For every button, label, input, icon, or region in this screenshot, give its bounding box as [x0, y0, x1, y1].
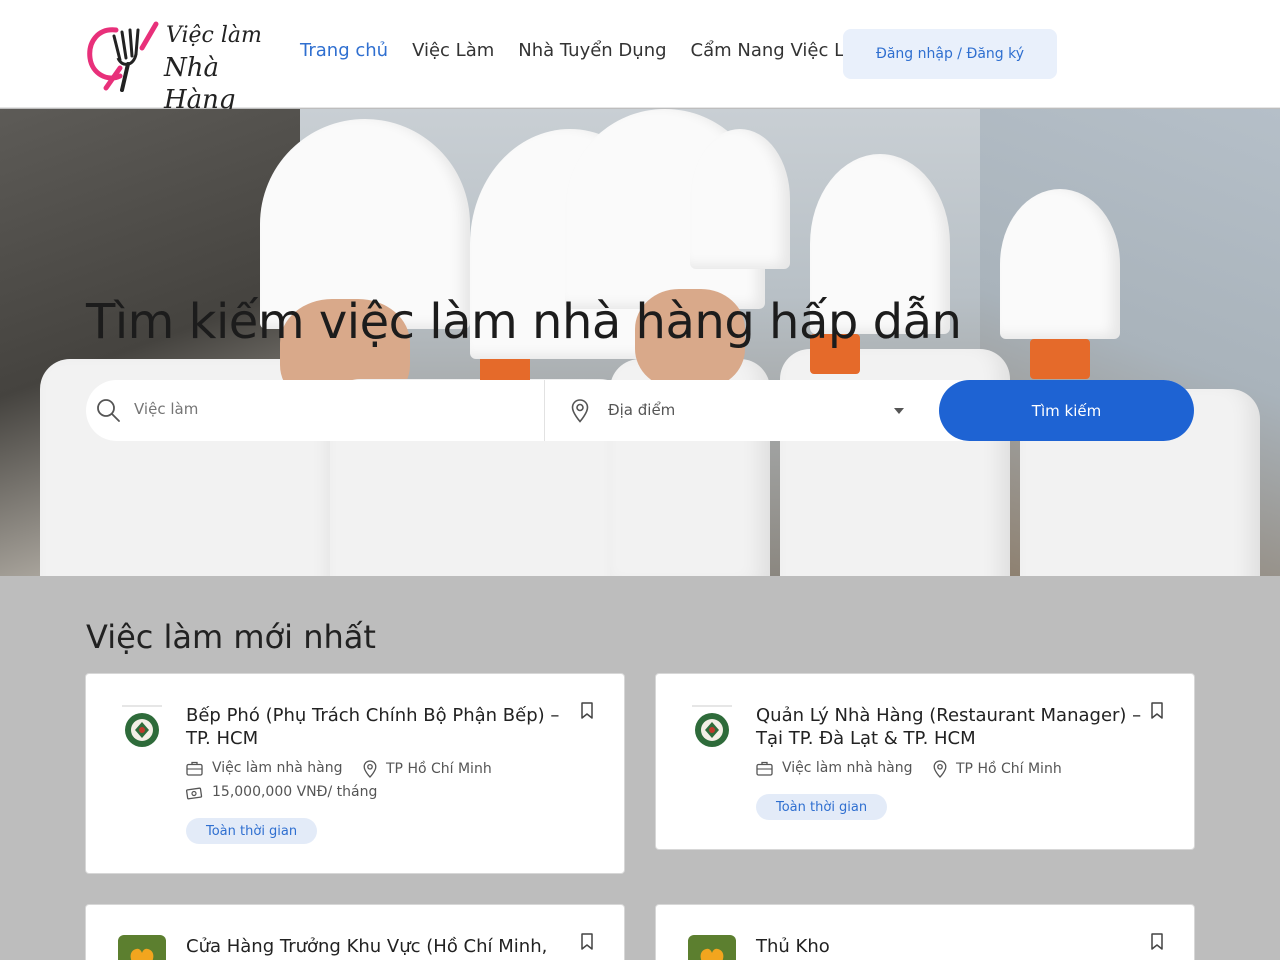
- search-icon: [97, 399, 120, 422]
- map-pin-icon: [363, 760, 377, 778]
- bookmark-icon[interactable]: [1150, 933, 1164, 951]
- job-title[interactable]: Thủ Kho: [756, 935, 1146, 958]
- logo-line-2: Nhà Hàng: [164, 53, 236, 115]
- job-salary: 15,000,000 VNĐ/ tháng: [186, 784, 377, 800]
- job-category-text: Việc làm nhà hàng: [782, 760, 913, 776]
- job-category: Việc làm nhà hàng: [186, 760, 342, 776]
- chef-hat-illustration: [1000, 189, 1120, 339]
- logo-wordmark: Việc làm Nhà Hàng: [164, 20, 266, 116]
- job-category: Việc làm nhà hàng: [756, 760, 912, 776]
- briefcase-icon: [756, 761, 773, 776]
- job-category-text: Việc làm nhà hàng: [212, 760, 343, 776]
- job-location: TP Hồ Chí Minh: [363, 760, 492, 778]
- site-logo[interactable]: Việc làm Nhà Hàng: [86, 16, 266, 115]
- job-card[interactable]: Cửa Hàng Trưởng Khu Vực (Hồ Chí Minh, Bì…: [85, 904, 625, 960]
- search-button[interactable]: Tìm kiếm: [939, 380, 1194, 441]
- site-header: Việc làm Nhà Hàng Trang chủ Việc Làm Nhà…: [0, 0, 1280, 115]
- location-select[interactable]: Địa điểm: [545, 380, 939, 441]
- job-card[interactable]: Thủ Kho: [655, 904, 1195, 960]
- job-location-text: TP Hồ Chí Minh: [956, 761, 1062, 777]
- chef-collar-illustration: [1030, 339, 1090, 379]
- map-pin-icon: [571, 399, 589, 423]
- job-search-bar: Địa điểm Tìm kiếm: [86, 380, 1194, 441]
- briefcase-icon: [186, 761, 203, 776]
- job-type-badge: Toàn thời gian: [186, 818, 318, 844]
- map-pin-icon: [933, 760, 947, 778]
- company-logo-icon: [688, 935, 736, 960]
- job-title[interactable]: Cửa Hàng Trưởng Khu Vực (Hồ Chí Minh, Bì…: [186, 935, 576, 960]
- bookmark-icon[interactable]: [1150, 702, 1164, 720]
- nav-home[interactable]: Trang chủ: [300, 40, 388, 61]
- keyword-field: [86, 380, 545, 441]
- hero-banner: Tìm kiếm việc làm nhà hàng hấp dẫn Địa đ…: [0, 109, 1280, 576]
- chevron-down-icon: [894, 408, 904, 414]
- fork-logo-icon: [87, 21, 159, 92]
- main-nav: Trang chủ Việc Làm Nhà Tuyển Dụng Cẩm Na…: [300, 40, 897, 61]
- latest-jobs-heading: Việc làm mới nhất: [86, 618, 376, 656]
- hero-title: Tìm kiếm việc làm nhà hàng hấp dẫn: [86, 294, 962, 350]
- job-location-text: TP Hồ Chí Minh: [386, 761, 492, 777]
- job-salary-text: 15,000,000 VNĐ/ tháng: [212, 784, 378, 800]
- company-logo-icon: [692, 705, 732, 747]
- nav-jobs[interactable]: Việc Làm: [412, 40, 494, 61]
- job-type-badge: Toàn thời gian: [756, 794, 888, 820]
- job-card[interactable]: Bếp Phó (Phụ Trách Chính Bộ Phận Bếp) – …: [85, 673, 625, 874]
- login-register-button[interactable]: Đăng nhập / Đăng ký: [843, 29, 1057, 79]
- job-title[interactable]: Bếp Phó (Phụ Trách Chính Bộ Phận Bếp) – …: [186, 704, 576, 750]
- job-location: TP Hồ Chí Minh: [933, 760, 1062, 778]
- bookmark-icon[interactable]: [580, 702, 594, 720]
- bookmark-icon[interactable]: [580, 933, 594, 951]
- money-icon: [186, 787, 203, 799]
- nav-employers[interactable]: Nhà Tuyển Dụng: [518, 40, 666, 61]
- location-placeholder: Địa điểm: [608, 401, 676, 419]
- chef-hat-illustration: [690, 129, 790, 269]
- company-logo-icon: [122, 705, 162, 747]
- company-logo-icon: [118, 935, 166, 960]
- job-card[interactable]: Quản Lý Nhà Hàng (Restaurant Manager) – …: [655, 673, 1195, 850]
- job-title[interactable]: Quản Lý Nhà Hàng (Restaurant Manager) – …: [756, 704, 1146, 750]
- logo-line-1: Việc làm: [166, 23, 262, 48]
- keyword-input[interactable]: [134, 400, 524, 418]
